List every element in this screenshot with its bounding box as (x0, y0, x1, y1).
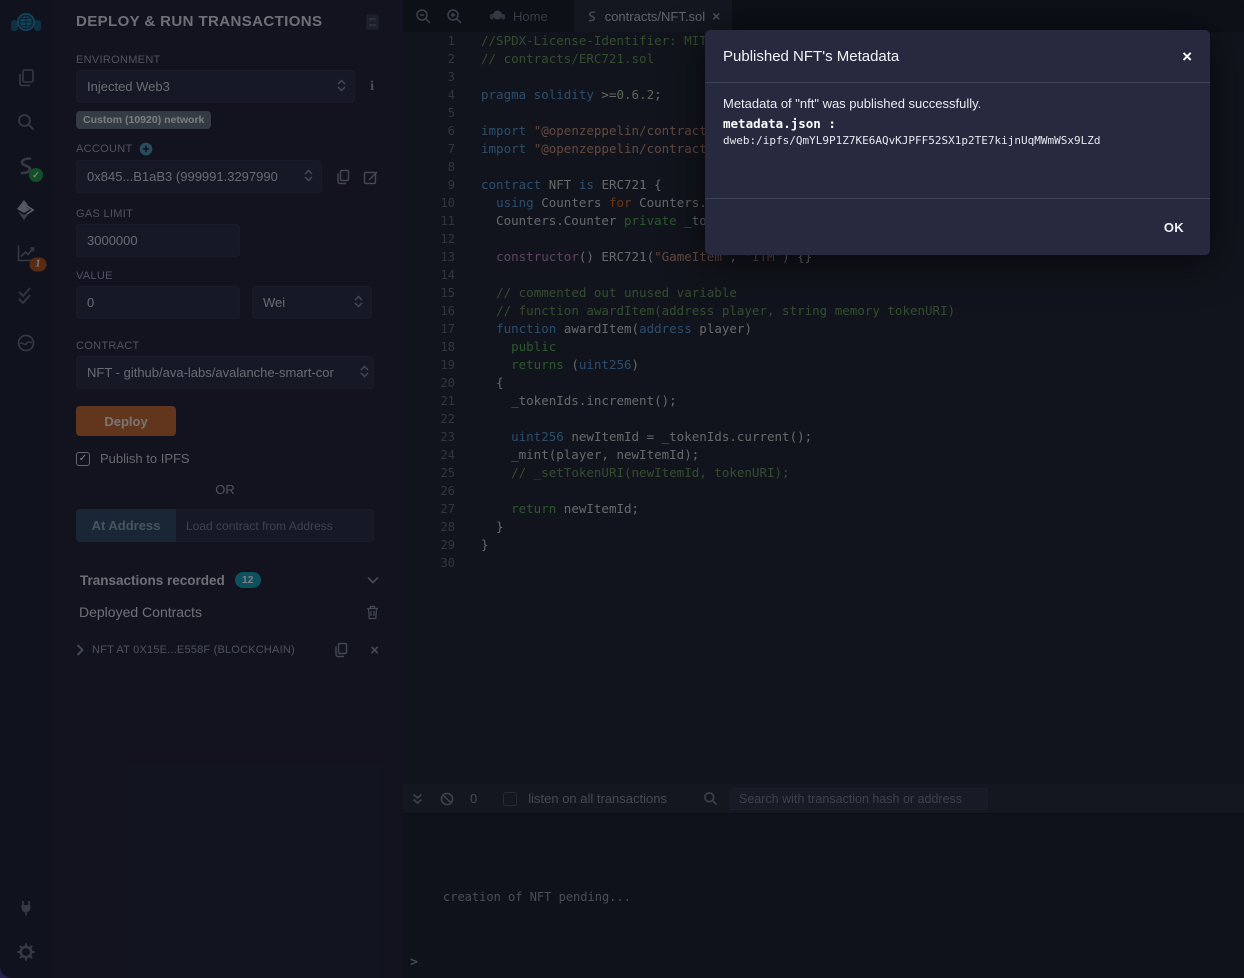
modal-ipfs-link: dweb:/ipfs/QmYL9P1Z7KE6AQvKJPFF52SX1p2TE… (723, 134, 1192, 147)
published-metadata-modal: Published NFT's Metadata × Metadata of "… (705, 30, 1210, 255)
ok-button[interactable]: OK (1158, 219, 1190, 236)
remix-ide-app: ✓ 1 (0, 0, 1244, 978)
modal-message: Metadata of "nft" was published successf… (723, 96, 1192, 111)
modal-close-icon[interactable]: × (1182, 48, 1192, 65)
modal-title: Published NFT's Metadata (723, 48, 899, 65)
modal-file-label: metadata.json : (723, 116, 1192, 131)
